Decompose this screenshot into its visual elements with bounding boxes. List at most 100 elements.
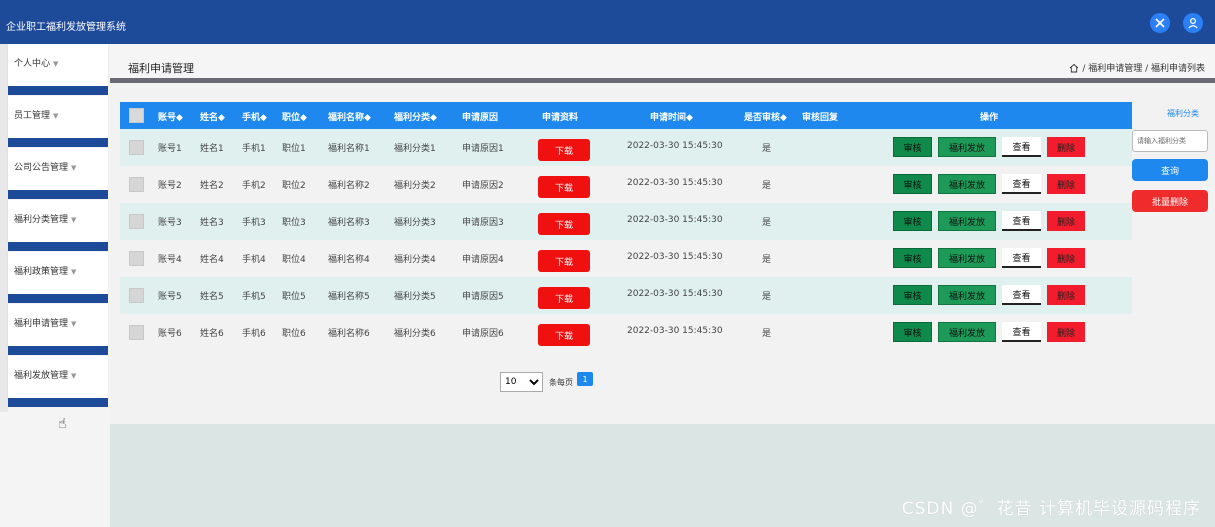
row-checkbox[interactable] — [129, 325, 144, 340]
sidebar-item-personal[interactable]: 个人中心 ▼ — [8, 44, 108, 86]
cell-account: 账号4 — [158, 255, 182, 265]
watermark: CSDN @゛花昔 计算机毕设源码程序 — [901, 499, 1201, 519]
delete-button[interactable]: 删除 — [1047, 137, 1085, 157]
home-icon[interactable] — [1069, 63, 1079, 73]
delete-button[interactable]: 删除 — [1047, 248, 1085, 268]
sidebar-item-label: 个人中心 — [14, 59, 51, 69]
row-checkbox[interactable] — [129, 177, 144, 192]
download-button[interactable]: 下载 — [538, 324, 590, 346]
sidebar-item-category[interactable]: 福利分类管理 ▼ — [8, 200, 108, 242]
review-button[interactable]: 审核 — [893, 248, 932, 268]
sidebar-item-distribution[interactable]: 福利发放管理 ▼ — [8, 356, 108, 398]
sidebar-item-label: 福利发放管理 — [14, 371, 69, 381]
delete-button[interactable]: 删除 — [1047, 285, 1085, 305]
issue-welfare-button[interactable]: 福利发放 — [938, 211, 996, 231]
pagination: 10 条每页 1 — [500, 372, 593, 392]
cell-reason: 申请原因5 — [462, 292, 504, 302]
column-header-position[interactable]: 职位◆ — [282, 110, 307, 123]
view-button[interactable]: 查看 — [1002, 285, 1041, 305]
review-button[interactable]: 审核 — [893, 322, 932, 342]
chevron-down-icon: ▼ — [71, 320, 77, 328]
cell-phone: 手机3 — [242, 218, 266, 228]
row-checkbox[interactable] — [129, 251, 144, 266]
cell-reason: 申请原因6 — [462, 329, 504, 339]
download-button[interactable]: 下载 — [538, 287, 590, 309]
cell-time: 2022-03-30 15:45:30 — [627, 326, 723, 336]
issue-welfare-button[interactable]: 福利发放 — [938, 174, 996, 194]
column-header-actions: 操作 — [980, 113, 999, 123]
view-button[interactable]: 查看 — [1002, 248, 1041, 268]
category-search-input[interactable] — [1132, 130, 1208, 152]
column-header-welfare-name[interactable]: 福利名称◆ — [328, 110, 371, 123]
table-row: 账号1 姓名1 手机1 职位1 福利名称1 福利分类1 申请原因1 下载 202… — [120, 129, 1132, 166]
sidebar-divider — [8, 138, 108, 147]
cell-position: 职位5 — [282, 292, 306, 302]
cell-name: 姓名4 — [200, 255, 224, 265]
row-checkbox[interactable] — [129, 288, 144, 303]
row-checkbox[interactable] — [129, 140, 144, 155]
view-button[interactable]: 查看 — [1002, 137, 1041, 157]
sidebar-item-application[interactable]: 福利申请管理 ▼ — [8, 304, 108, 346]
sidebar-item-announcement[interactable]: 公司公告管理 ▼ — [8, 148, 108, 190]
delete-button[interactable]: 删除 — [1047, 322, 1085, 342]
column-header-material: 申请资料 — [542, 113, 579, 123]
cell-audited: 是 — [762, 255, 772, 265]
view-button[interactable]: 查看 — [1002, 174, 1041, 194]
table-row: 账号4 姓名4 手机4 职位4 福利名称4 福利分类4 申请原因4 下载 202… — [120, 240, 1132, 277]
sidebar-item-label: 公司公告管理 — [14, 163, 69, 173]
delete-button[interactable]: 删除 — [1047, 174, 1085, 194]
sidebar: 个人中心 ▼ 员工管理 ▼ 公司公告管理 ▼ 福利分类管理 ▼ 福利政策管理 ▼ 福利申请… — [0, 44, 110, 527]
sidebar-item-policy[interactable]: 福利政策管理 ▼ — [8, 252, 108, 294]
cell-reason: 申请原因3 — [462, 218, 504, 228]
cell-name: 姓名2 — [200, 181, 224, 191]
issue-welfare-button[interactable]: 福利发放 — [938, 322, 996, 342]
page-size-select[interactable]: 10 — [500, 372, 543, 392]
download-button[interactable]: 下载 — [538, 213, 590, 235]
review-button[interactable]: 审核 — [893, 174, 932, 194]
select-all-checkbox[interactable] — [129, 108, 144, 123]
user-icon[interactable] — [1183, 13, 1203, 33]
view-button[interactable]: 查看 — [1002, 211, 1041, 231]
cell-name: 姓名3 — [200, 218, 224, 228]
review-button[interactable]: 审核 — [893, 285, 932, 305]
view-button[interactable]: 查看 — [1002, 322, 1041, 342]
breadcrumb-text[interactable]: / 福利申请管理 / 福利申请列表 — [1082, 61, 1205, 74]
sidebar-edge — [0, 44, 8, 412]
column-header-reason: 申请原因 — [462, 113, 499, 123]
sidebar-item-employee[interactable]: 员工管理 ▼ — [8, 96, 108, 138]
page-number-button[interactable]: 1 — [577, 372, 593, 386]
cell-audited: 是 — [762, 218, 772, 228]
review-button[interactable]: 审核 — [893, 137, 932, 157]
cell-account: 账号6 — [158, 329, 182, 339]
issue-welfare-button[interactable]: 福利发放 — [938, 248, 996, 268]
column-header-reply: 审核回复 — [802, 113, 839, 123]
row-checkbox[interactable] — [129, 214, 144, 229]
download-button[interactable]: 下载 — [538, 250, 590, 272]
cell-reason: 申请原因2 — [462, 181, 504, 191]
download-button[interactable]: 下载 — [538, 176, 590, 198]
download-button[interactable]: 下载 — [538, 139, 590, 161]
chevron-down-icon: ▼ — [71, 372, 77, 380]
cell-account: 账号2 — [158, 181, 182, 191]
cell-time: 2022-03-30 15:45:30 — [627, 215, 723, 225]
breadcrumb: / 福利申请管理 / 福利申请列表 — [1069, 61, 1205, 74]
cell-category: 福利分类2 — [394, 181, 436, 191]
review-button[interactable]: 审核 — [893, 211, 932, 231]
column-header-audited[interactable]: 是否审核◆ — [744, 110, 787, 123]
column-header-time[interactable]: 申请时间◆ — [650, 110, 693, 123]
issue-welfare-button[interactable]: 福利发放 — [938, 285, 996, 305]
column-header-name[interactable]: 姓名◆ — [200, 110, 225, 123]
search-button[interactable]: 查询 — [1132, 159, 1208, 181]
column-header-account[interactable]: 账号◆ — [158, 110, 183, 123]
cell-welfare-name: 福利名称1 — [328, 144, 370, 154]
delete-button[interactable]: 删除 — [1047, 211, 1085, 231]
crosshair-icon[interactable] — [1150, 13, 1170, 33]
cell-account: 账号3 — [158, 218, 182, 228]
cell-position: 职位1 — [282, 144, 306, 154]
issue-welfare-button[interactable]: 福利发放 — [938, 137, 996, 157]
cell-phone: 手机4 — [242, 255, 266, 265]
column-header-welfare-category[interactable]: 福利分类◆ — [394, 110, 437, 123]
batch-delete-button[interactable]: 批量删除 — [1132, 190, 1208, 212]
column-header-phone[interactable]: 手机◆ — [242, 110, 267, 123]
sidebar-divider — [8, 242, 108, 251]
